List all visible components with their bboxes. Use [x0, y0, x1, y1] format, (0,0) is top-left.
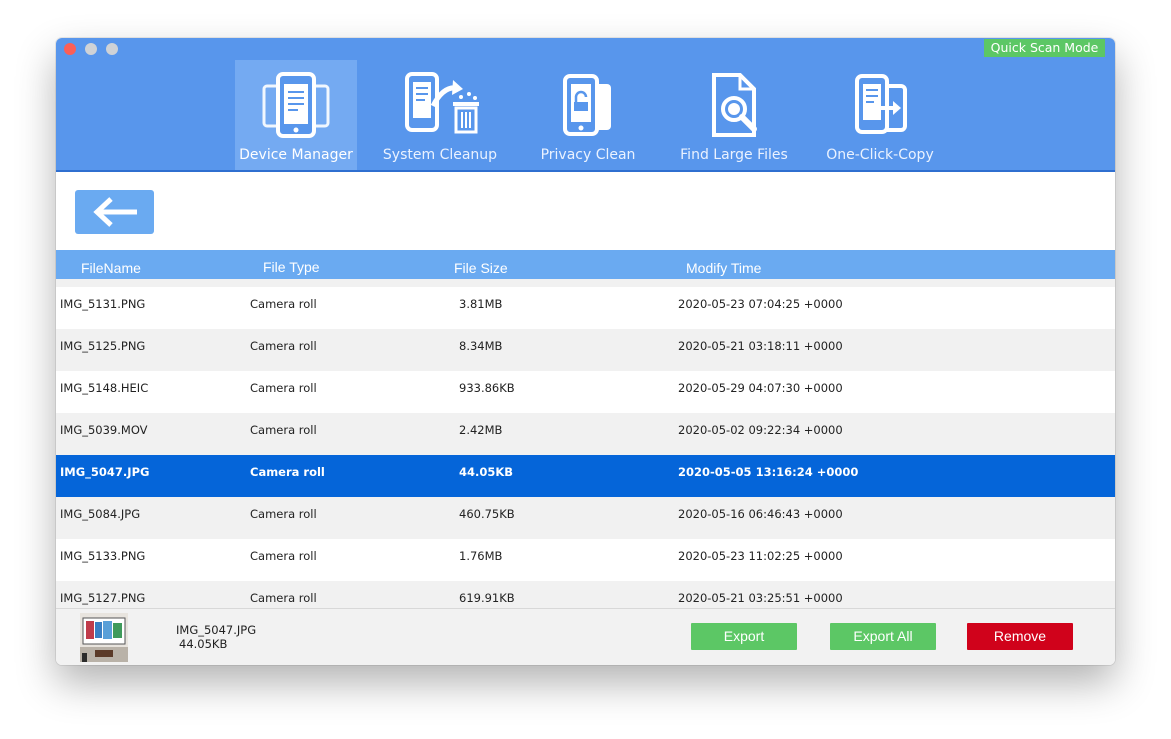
column-header-file-size[interactable]: File Size [454, 260, 508, 276]
export-all-button[interactable]: Export All [830, 623, 936, 650]
cell-filename: IMG_5084.JPG [60, 507, 141, 521]
table-row[interactable]: IMG_5131.PNG Camera roll 3.81MB 2020-05-23 … [56, 287, 1115, 329]
tab-find-large-files[interactable]: Find Large Files [676, 60, 792, 170]
tab-one-click-copy[interactable]: One-Click-Copy [824, 60, 936, 170]
table-row[interactable]: IMG_5133.PNG Camera roll 1.76MB 2020-05-23 … [56, 539, 1115, 581]
remove-button[interactable]: Remove [967, 623, 1073, 650]
app-window: Quick Scan Mode Device Manager System Cl… [56, 38, 1115, 665]
cell-file-type: Camera roll [250, 381, 317, 395]
selected-file-size: 44.05KB [179, 637, 228, 651]
cell-file-type: Camera roll [250, 549, 317, 563]
cell-modify-time: 2020-05-05 13:16:24 +0000 [678, 465, 859, 479]
header-toolbar: Quick Scan Mode Device Manager System Cl… [56, 38, 1115, 172]
file-search-icon [712, 73, 757, 137]
phone-trash-icon [405, 72, 479, 134]
tab-device-manager-label: Device Manager [239, 147, 353, 163]
tab-find-large-files-label: Find Large Files [680, 147, 788, 163]
cell-file-size: 460.75KB [459, 507, 515, 521]
cell-file-size: 8.34MB [459, 339, 503, 353]
phone-document-icon [262, 72, 330, 138]
minimize-window-button[interactable] [85, 43, 97, 55]
arrow-left-icon [93, 197, 137, 227]
cell-modify-time: 2020-05-29 04:07:30 +0000 [678, 381, 843, 395]
cell-file-type: Camera roll [250, 465, 325, 479]
table-row[interactable]: IMG_5084.JPG Camera roll 460.75KB 2020-05-1… [56, 497, 1115, 539]
cell-filename: IMG_5133.PNG [60, 549, 146, 563]
back-button[interactable] [75, 190, 154, 234]
list-top-spacer [56, 279, 1115, 287]
cell-file-size: 44.05KB [459, 465, 514, 479]
footer-bar: IMG_5047.JPG 44.05KB Export Export All R… [56, 608, 1115, 665]
cell-file-size: 2.42MB [459, 423, 503, 437]
cell-modify-time: 2020-05-02 09:22:34 +0000 [678, 423, 843, 437]
export-button[interactable]: Export [691, 623, 797, 650]
selected-file-info: IMG_5047.JPG 44.05KB [176, 623, 256, 651]
zoom-window-button[interactable] [106, 43, 118, 55]
tab-device-manager[interactable]: Device Manager [235, 60, 357, 170]
cell-modify-time: 2020-05-21 03:25:51 +0000 [678, 591, 843, 605]
selected-file-name: IMG_5047.JPG [176, 623, 257, 637]
tab-privacy-clean-label: Privacy Clean [540, 147, 636, 163]
cell-filename: IMG_5039.MOV [60, 423, 148, 437]
cell-filename: IMG_5047.JPG [60, 465, 150, 479]
cell-modify-time: 2020-05-21 03:18:11 +0000 [678, 339, 843, 353]
cell-filename: IMG_5148.HEIC [60, 381, 149, 395]
table-header: FileName File Type File Size Modify Time [56, 250, 1115, 279]
cell-file-type: Camera roll [250, 297, 317, 311]
cell-filename: IMG_5127.PNG [60, 591, 146, 605]
close-window-button[interactable] [64, 43, 76, 55]
cell-modify-time: 2020-05-23 07:04:25 +0000 [678, 297, 843, 311]
cell-filename: IMG_5131.PNG [60, 297, 146, 311]
column-header-file-type[interactable]: File Type [263, 259, 320, 275]
cell-file-size: 619.91KB [459, 591, 515, 605]
table-row[interactable]: IMG_5047.JPG Camera roll 44.05KB 2020-05-05… [56, 455, 1115, 497]
cell-file-type: Camera roll [250, 591, 317, 605]
selected-file-thumbnail [80, 613, 128, 662]
cell-file-type: Camera roll [250, 507, 317, 521]
cell-file-size: 933.86KB [459, 381, 515, 395]
cell-file-type: Camera roll [250, 339, 317, 353]
table-row[interactable]: IMG_5148.HEIC Camera roll 933.86KB 2020-05-… [56, 371, 1115, 413]
column-header-filename[interactable]: FileName [81, 260, 141, 276]
table-row[interactable]: IMG_5127.PNG Camera roll 619.91KB 2020-05-2… [56, 581, 1115, 608]
tab-privacy-clean[interactable]: Privacy Clean [534, 60, 642, 170]
window-controls [64, 43, 118, 55]
phone-lock-icon [563, 74, 611, 136]
tab-one-click-copy-label: One-Click-Copy [826, 147, 934, 163]
file-list[interactable]: IMG_5131.PNG Camera roll 3.81MB 2020-05-23 … [56, 279, 1115, 608]
cell-file-type: Camera roll [250, 423, 317, 437]
cell-filename: IMG_5125.PNG [60, 339, 146, 353]
cell-file-size: 3.81MB [459, 297, 503, 311]
cell-modify-time: 2020-05-23 11:02:25 +0000 [678, 549, 843, 563]
tab-system-cleanup-label: System Cleanup [382, 147, 498, 163]
tab-system-cleanup[interactable]: System Cleanup [381, 60, 499, 170]
column-header-modify-time[interactable]: Modify Time [686, 260, 761, 276]
table-row[interactable]: IMG_5039.MOV Camera roll 2.42MB 2020-05-02 … [56, 413, 1115, 455]
table-row[interactable]: IMG_5125.PNG Camera roll 8.34MB 2020-05-21 … [56, 329, 1115, 371]
header-divider [56, 170, 1115, 172]
quick-scan-mode-button[interactable]: Quick Scan Mode [984, 39, 1105, 57]
phone-copy-icon [855, 74, 907, 134]
cell-modify-time: 2020-05-16 06:46:43 +0000 [678, 507, 843, 521]
cell-file-size: 1.76MB [459, 549, 503, 563]
